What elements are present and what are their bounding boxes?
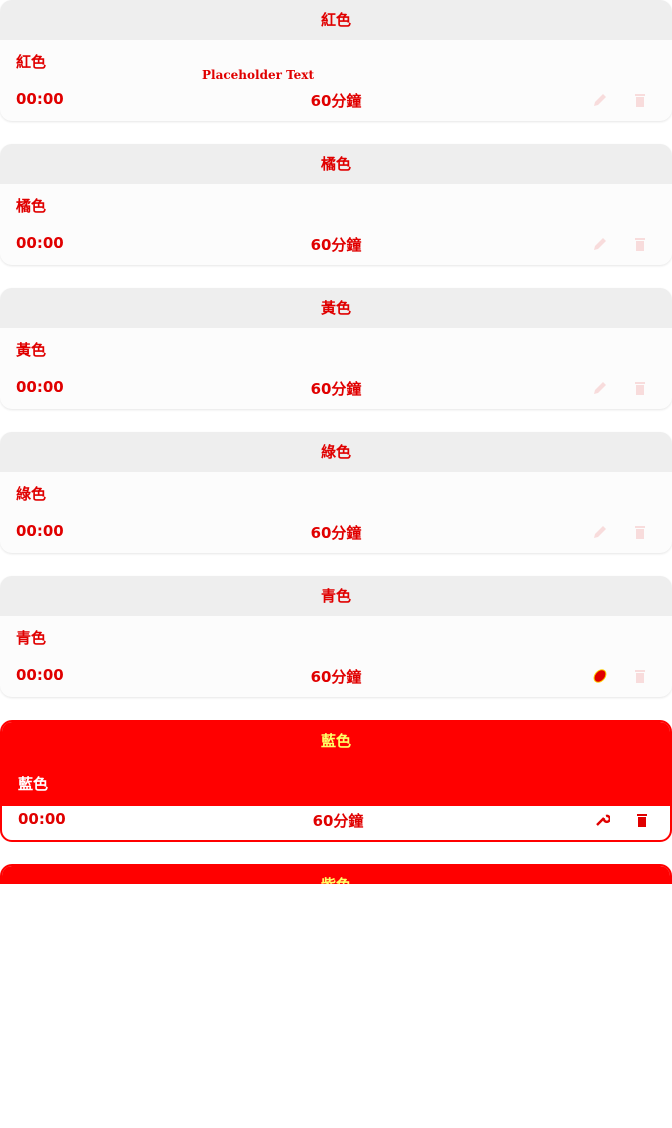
entry-name: 橘色 xyxy=(16,197,47,215)
delete-button[interactable] xyxy=(628,233,652,255)
pencil-icon xyxy=(594,238,606,250)
entry-card-blue[interactable]: 藍色 藍色 00:00 60分鐘 xyxy=(0,720,672,842)
edit-button[interactable] xyxy=(588,665,612,687)
entry-card-orange[interactable]: 橘色 橘色 00:00 60分鐘 xyxy=(0,144,672,265)
entry-duration: 60分鐘 xyxy=(310,92,362,110)
edit-button[interactable] xyxy=(588,521,612,543)
edit-button[interactable] xyxy=(588,233,612,255)
placeholder-text: Placeholder Text xyxy=(202,68,314,82)
delete-button[interactable] xyxy=(628,665,652,687)
delete-button[interactable] xyxy=(628,89,652,111)
entry-duration: 60分鐘 xyxy=(310,236,362,254)
wrench-icon xyxy=(596,814,610,826)
entry-card-green[interactable]: 綠色 綠色 00:00 60分鐘 xyxy=(0,432,672,553)
pencil-icon xyxy=(594,94,606,106)
trash-icon xyxy=(635,670,645,683)
entry-duration: 60分鐘 xyxy=(312,812,364,830)
entry-duration: 60分鐘 xyxy=(310,380,362,398)
card-header: 紅色 xyxy=(0,0,672,40)
delete-button[interactable] xyxy=(628,521,652,543)
card-header: 紫色 xyxy=(2,866,670,884)
card-header: 綠色 xyxy=(0,432,672,472)
entry-card-red[interactable]: 紅色 紅色 Placeholder Text 00:00 60分鐘 xyxy=(0,0,672,121)
name-band xyxy=(2,760,670,806)
entry-duration: 60分鐘 xyxy=(310,524,362,542)
pencil-icon xyxy=(593,669,607,683)
card-header: 青色 xyxy=(0,576,672,616)
card-header: 橘色 xyxy=(0,144,672,184)
edit-button[interactable] xyxy=(588,377,612,399)
entry-name: 綠色 xyxy=(16,485,47,503)
pencil-icon xyxy=(594,382,606,394)
entry-list: 紅色 紅色 Placeholder Text 00:00 60分鐘 橘色 橘色 … xyxy=(0,0,672,884)
card-header: 黃色 xyxy=(0,288,672,328)
entry-name: 紅色 xyxy=(16,53,47,71)
trash-icon xyxy=(635,94,645,107)
trash-icon xyxy=(635,526,645,539)
trash-icon xyxy=(635,238,645,251)
entry-card-cyan[interactable]: 青色 青色 00:00 60分鐘 xyxy=(0,576,672,697)
edit-button[interactable] xyxy=(588,89,612,111)
entry-duration: 60分鐘 xyxy=(310,668,362,686)
entry-card-yellow[interactable]: 黃色 黃色 00:00 60分鐘 xyxy=(0,288,672,409)
pencil-icon xyxy=(594,526,606,538)
delete-button[interactable] xyxy=(628,377,652,399)
entry-card-purple[interactable]: 紫色 xyxy=(0,864,672,884)
card-header: 藍色 xyxy=(2,722,670,760)
trash-icon xyxy=(637,814,647,827)
entry-name: 藍色 xyxy=(18,775,49,793)
trash-icon xyxy=(635,382,645,395)
entry-name: 黃色 xyxy=(16,341,47,359)
entry-name: 青色 xyxy=(16,629,47,647)
edit-button[interactable] xyxy=(590,809,614,831)
delete-button[interactable] xyxy=(630,809,654,831)
